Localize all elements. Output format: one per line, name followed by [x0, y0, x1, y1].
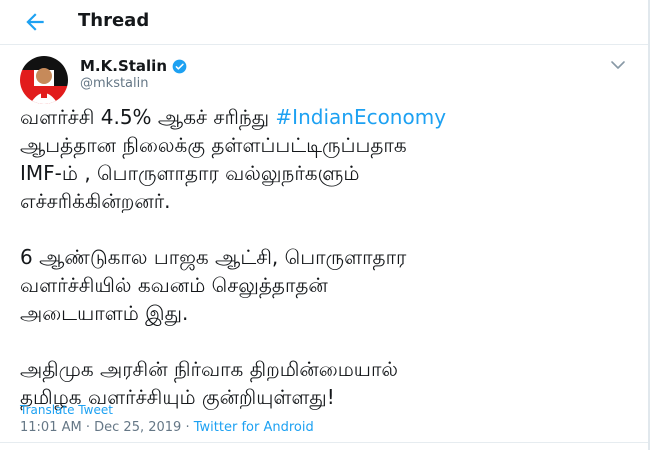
avatar[interactable] [20, 56, 68, 104]
tweet-metadata: 11:01 AM · Dec 25, 2019 · Twitter for An… [20, 420, 314, 435]
hashtag-link[interactable]: #IndianEconomy [275, 105, 446, 129]
separator-dot: · [185, 420, 190, 435]
tweet-source-link[interactable]: Twitter for Android [194, 420, 314, 435]
tweet-text-lead: வளர்ச்சி 4.5% ஆகச் சரிந்து [20, 105, 276, 129]
avatar-image [20, 56, 68, 104]
chevron-down-icon[interactable] [610, 59, 626, 71]
arrow-left-icon [26, 13, 44, 31]
back-button[interactable] [22, 9, 48, 35]
translate-tweet-link[interactable]: Translate Tweet [20, 403, 113, 417]
page-title: Thread [78, 10, 150, 31]
separator-dot: · [85, 420, 90, 435]
tweet-paragraph-1: வளர்ச்சி 4.5% ஆகச் சரிந்து #IndianEconom… [20, 103, 630, 215]
divider [0, 442, 648, 443]
tweet-text-continuation: ஆபத்தான நிலைக்கு தள்ளப்பட்டிருப்பதாக IMF… [20, 133, 407, 213]
tweet-date[interactable]: Dec 25, 2019 [94, 420, 181, 435]
author-handle[interactable]: @mkstalin [80, 76, 149, 91]
tweet-time[interactable]: 11:01 AM [20, 420, 82, 435]
thread-page: Thread M.K.Stalin @mkstalin வளர்ச்சி 4.5… [0, 0, 650, 450]
tweet-text: வளர்ச்சி 4.5% ஆகச் சரிந்து #IndianEconom… [20, 103, 630, 411]
verified-badge-icon [172, 59, 187, 73]
author-name-row[interactable]: M.K.Stalin [80, 57, 187, 75]
tweet: M.K.Stalin @mkstalin வளர்ச்சி 4.5% ஆகச் … [0, 45, 648, 450]
tweet-paragraph-2: 6 ஆண்டுகால பாஜக ஆட்சி, பொருளாதார வளர்ச்ச… [20, 245, 407, 325]
thread-header: Thread [0, 0, 648, 45]
author-name[interactable]: M.K.Stalin [80, 57, 167, 75]
